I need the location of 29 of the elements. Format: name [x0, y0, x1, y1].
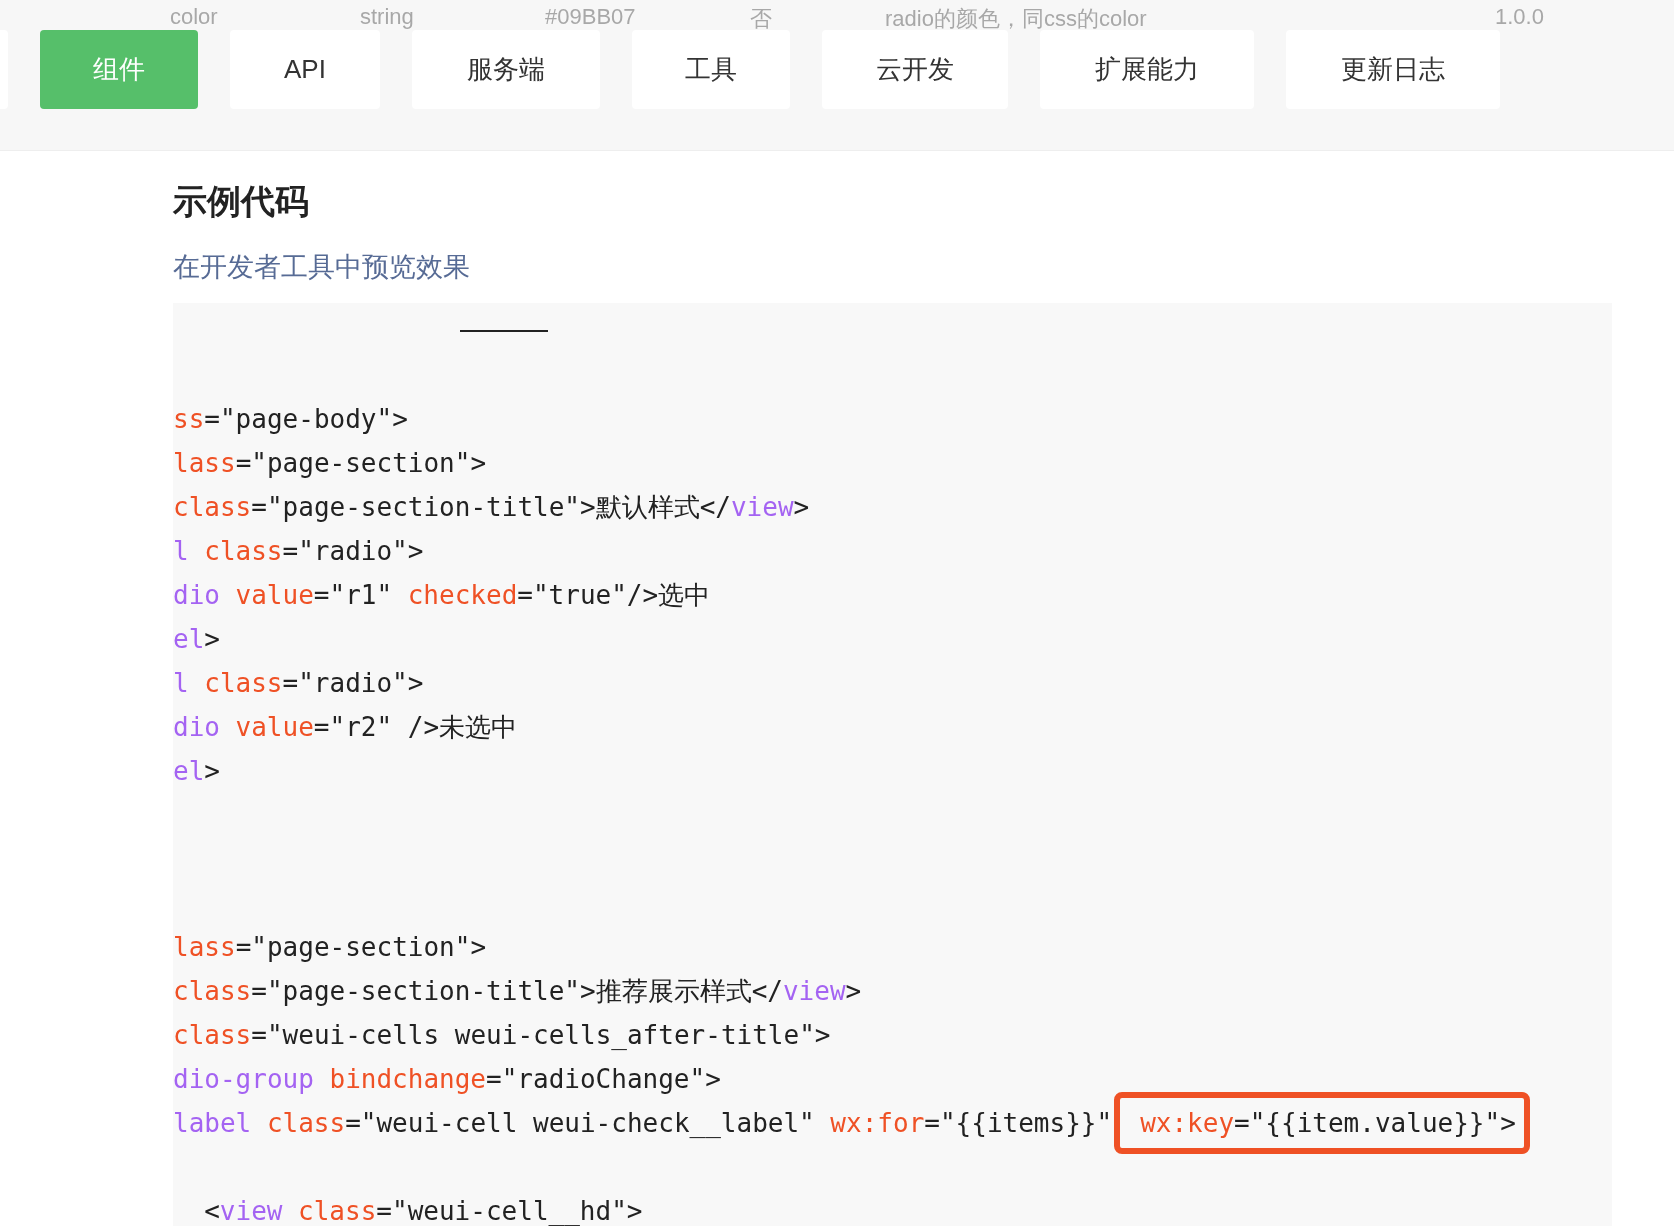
code-line: class="page-section-title">默认样式</view>: [173, 491, 810, 524]
code-line: el>: [173, 755, 220, 788]
code-line: lass="page-section">: [173, 931, 487, 964]
nav-tab[interactable]: 服务端: [412, 30, 600, 109]
code-line: dio value="r1" checked="true"/>选中: [173, 579, 711, 612]
table-cell-text: 1.0.0: [1495, 4, 1545, 31]
nav-tab[interactable]: 云开发: [822, 30, 1008, 109]
code-line: ss="page-body">: [173, 403, 408, 436]
section-title: 示例代码: [173, 181, 309, 222]
highlight-box: wx:key="{{item.value}}">: [1114, 1092, 1530, 1154]
nav-tab[interactable]: API: [230, 30, 380, 109]
table-cell-text: string: [360, 4, 415, 31]
code-line: l class="radio">: [173, 535, 424, 568]
table-cell-text: #09BB07: [545, 4, 637, 31]
code-line: dio-group bindchange="radioChange">: [173, 1063, 721, 1096]
nav-tab[interactable]: 扩展能力: [1040, 30, 1254, 109]
code-line: <view class="weui-cell__hd">: [203, 1195, 643, 1226]
code-line: dio value="r2" />未选中: [173, 711, 518, 744]
nav-tab[interactable]: 工具: [632, 30, 790, 109]
code-line: class="weui-cells weui-cells_after-title">: [173, 1019, 831, 1052]
code-line: lass="page-section">: [173, 447, 487, 480]
code-line: l class="radio">: [173, 667, 424, 700]
table-cell-text: radio的颜色，同css的color: [885, 5, 1148, 33]
nav-tab[interactable]: 更新日志: [1286, 30, 1500, 109]
table-cell-text: 否: [750, 5, 773, 33]
table-cell-text: color: [170, 4, 219, 31]
preview-link[interactable]: 在开发者工具中预览效果: [173, 252, 470, 282]
code-line: class="page-section-title">推荐展示样式</view>: [173, 975, 862, 1008]
code-line: el>: [173, 623, 220, 656]
